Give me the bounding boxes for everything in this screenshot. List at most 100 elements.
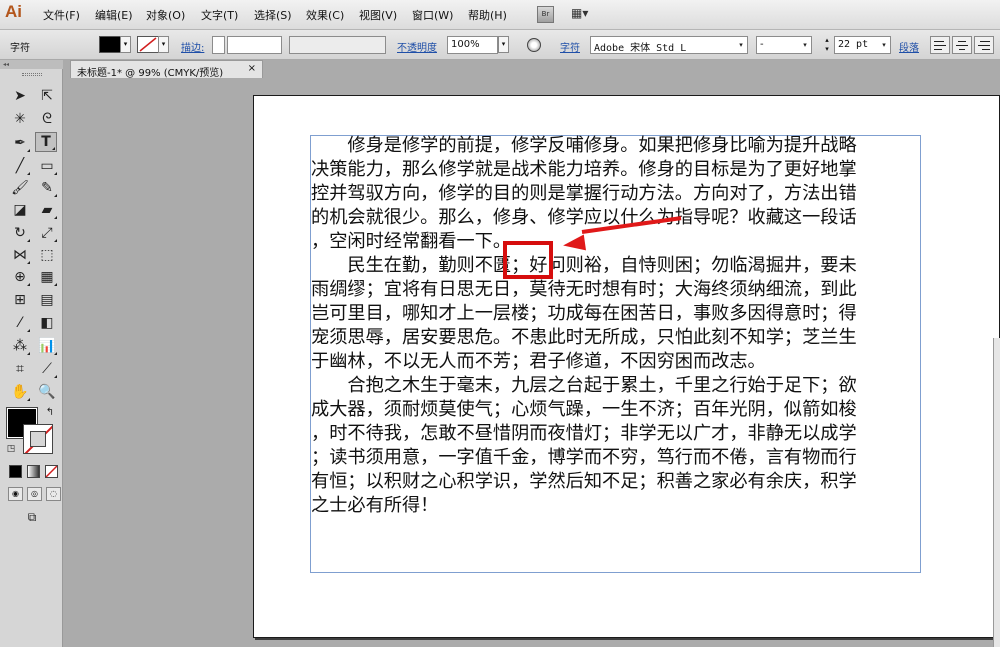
- menu-object[interactable]: 对象(O): [146, 7, 185, 23]
- text-line: 之士必有所得！: [311, 495, 439, 516]
- text-line: 控并驾驭方向，修学的目的则是掌握行动方法。方向对了，方法出错: [311, 183, 857, 204]
- free-transform-tool-icon[interactable]: ⬚: [36, 245, 58, 265]
- hand-tool-icon[interactable]: ✋: [9, 382, 31, 402]
- font-style-dropdown-arrow[interactable]: ▾: [799, 37, 811, 53]
- shape-builder-tool-icon[interactable]: ⊕: [9, 267, 31, 287]
- paragraph-label[interactable]: 段落: [899, 39, 919, 54]
- align-left-button[interactable]: [930, 36, 950, 54]
- stroke-weight-input[interactable]: [227, 36, 282, 54]
- menu-effect[interactable]: 效果(C): [306, 7, 344, 23]
- align-center-button[interactable]: [952, 36, 972, 54]
- opacity-dropdown-arrow[interactable]: ▾: [498, 36, 509, 53]
- menu-window[interactable]: 窗口(W): [412, 7, 453, 23]
- artboard-tool-icon[interactable]: ⌗: [9, 359, 31, 379]
- font-size-dropdown-arrow[interactable]: ▾: [878, 37, 890, 53]
- draw-normal-icon[interactable]: ◉: [8, 487, 23, 501]
- font-family-dropdown-arrow[interactable]: ▾: [735, 37, 747, 53]
- font-size-stepper[interactable]: ▴ ▾: [821, 36, 833, 54]
- menu-select[interactable]: 选择(S): [254, 7, 292, 23]
- text-line: ；读书须用意，一字值千金，博学而不穷，笃行而不倦，言有物而行: [311, 447, 857, 468]
- paintbrush-tool-icon[interactable]: 🖌: [9, 178, 31, 198]
- stroke-label[interactable]: 描边:: [181, 39, 204, 54]
- text-line: 宠须思辱，居安要思危。不患此时无所成，只怕此刻不知学；芝兰生: [311, 327, 857, 348]
- line-tool-icon[interactable]: ╱: [9, 156, 31, 176]
- text-line: 成大器，须耐烦莫使气；心烦气躁，一生不济；百年光阴，似箭如梭: [311, 399, 857, 420]
- symbol-sprayer-tool-icon[interactable]: ⁂: [9, 336, 31, 356]
- menu-bar: Ai 文件(F) 编辑(E) 对象(O) 文字(T) 选择(S) 效果(C) 视…: [0, 0, 1000, 30]
- tools-panel-collapse-icon[interactable]: ◂◂: [0, 60, 63, 69]
- none-mode-icon[interactable]: [45, 465, 58, 478]
- rotate-tool-icon[interactable]: ↻: [9, 223, 31, 243]
- menu-file[interactable]: 文件(F): [43, 7, 80, 23]
- text-line: 雨绸缪；宜将有日思无日，莫待无时想有时；大海终须纳细流，到此: [311, 279, 857, 300]
- stroke-color-swatch[interactable]: [137, 36, 159, 53]
- draw-inside-icon[interactable]: ◌: [46, 487, 61, 501]
- tools-panel-grip[interactable]: [22, 73, 42, 76]
- scale-tool-icon[interactable]: ⤢: [36, 223, 58, 243]
- text-line: 的机会就很少。那么，修身、修学应以什么为指导呢？收藏这一段话: [311, 207, 857, 228]
- eraser-tool-icon[interactable]: ▰: [36, 200, 58, 220]
- close-icon[interactable]: ×: [248, 63, 256, 74]
- text-line: 民生在勤，勤则不匮；好问则裕，自恃则困；勿临渴掘井，要未: [311, 255, 857, 276]
- text-line: 决策能力，那么修学就是战术能力培养。修身的目标是为了更好地掌: [311, 159, 857, 180]
- rectangle-tool-icon[interactable]: ▭: [36, 156, 58, 176]
- draw-behind-icon[interactable]: ◎: [27, 487, 42, 501]
- selection-tool-icon[interactable]: ➤: [9, 86, 31, 106]
- blend-tool-icon[interactable]: ◧: [36, 313, 58, 333]
- text-line: 有恒；以积财之心积学识，学然后知不足；积善之家必有余庆，积学: [311, 471, 857, 492]
- eyedropper-tool-icon[interactable]: ⁄: [9, 313, 31, 333]
- gradient-mode-icon[interactable]: [27, 465, 40, 478]
- menu-help[interactable]: 帮助(H): [468, 7, 507, 23]
- text-line: ，空闲时经常翻看一下。: [311, 231, 512, 252]
- text-line: 修身是修学的前提，修学反哺修身。如果把修身比喻为提升战略: [311, 135, 857, 156]
- swap-fill-stroke-icon[interactable]: ↰: [43, 406, 57, 420]
- change-screen-mode-icon[interactable]: ⧉: [21, 509, 43, 525]
- lasso-tool-icon[interactable]: ᘓ: [36, 109, 58, 129]
- tools-panel: ◂◂ ➤ ⇱ ✳ ᘓ ✒ T ╱ ▭ 🖌 ✎ ◪ ▰ ↻ ⤢ ⋈ ⬚ ⊕ ▦ ⊞…: [0, 60, 63, 647]
- default-colors-icon[interactable]: ◳: [4, 442, 18, 456]
- recolor-artwork-icon[interactable]: [527, 38, 541, 52]
- width-tool-icon[interactable]: ⋈: [9, 245, 31, 265]
- direct-selection-tool-icon[interactable]: ⇱: [36, 86, 58, 106]
- baidu-watermark: ❀ Bai du 经验 jingyan.baidu.com: [760, 545, 1000, 645]
- text-line: 于幽林，不以无人而不芳；君子修道，不因穷困而改志。: [311, 351, 766, 372]
- watermark-url: jingyan.baidu.com: [775, 617, 897, 632]
- watermark-brand: Bai du 经验: [760, 574, 972, 616]
- workspace-grid-icon[interactable]: ▦▾: [571, 6, 599, 23]
- perspective-grid-tool-icon[interactable]: ▦: [36, 267, 58, 287]
- panel-label: 字符: [10, 43, 30, 54]
- menu-view[interactable]: 视图(V): [359, 7, 397, 23]
- align-right-button[interactable]: [974, 36, 994, 54]
- slice-tool-icon[interactable]: ⟋: [36, 359, 58, 379]
- variable-width-dropdown[interactable]: [289, 36, 386, 54]
- column-graph-tool-icon[interactable]: 📊: [36, 336, 58, 356]
- bridge-button[interactable]: Br: [537, 6, 554, 23]
- stroke-weight-stepper[interactable]: [212, 36, 225, 54]
- color-mode-icon[interactable]: [9, 465, 22, 478]
- document-tab[interactable]: 未标题-1* @ 99% (CMYK/预览) ×: [70, 60, 263, 79]
- menu-edit[interactable]: 编辑(E): [95, 7, 133, 23]
- character-label[interactable]: 字符: [560, 39, 580, 54]
- pencil-tool-icon[interactable]: ✎: [36, 178, 58, 198]
- stroke-dropdown-arrow[interactable]: ▾: [158, 36, 169, 53]
- opacity-input[interactable]: 100%: [447, 36, 498, 54]
- text-line: 合抱之木生于毫末，九层之台起于累土，千里之行始于足下；欲: [311, 375, 857, 396]
- font-family-input[interactable]: Adobe 宋体 Std L: [590, 36, 748, 54]
- pen-tool-icon[interactable]: ✒: [9, 133, 31, 153]
- blob-brush-tool-icon[interactable]: ◪: [9, 200, 31, 220]
- magic-wand-tool-icon[interactable]: ✳: [9, 109, 31, 129]
- mesh-tool-icon[interactable]: ⊞: [9, 290, 31, 310]
- text-line: 岂可里目，哪知才上一层楼；功成每在困苦日，事败多因得意时；得: [311, 303, 857, 324]
- fill-dropdown-arrow[interactable]: ▾: [120, 36, 131, 53]
- type-tool-icon[interactable]: T: [35, 132, 57, 152]
- illustrator-logo: Ai: [5, 2, 22, 21]
- gradient-tool-icon[interactable]: ▤: [36, 290, 58, 310]
- fill-color-swatch[interactable]: [99, 36, 121, 53]
- menu-type[interactable]: 文字(T): [201, 7, 238, 23]
- red-arrow-icon: [561, 234, 587, 254]
- no-stroke-icon: [139, 37, 157, 52]
- red-highlight-box: [503, 241, 553, 279]
- opacity-label[interactable]: 不透明度: [397, 39, 437, 54]
- zoom-tool-icon[interactable]: 🔍: [36, 382, 58, 402]
- stroke-color-box[interactable]: [23, 424, 53, 454]
